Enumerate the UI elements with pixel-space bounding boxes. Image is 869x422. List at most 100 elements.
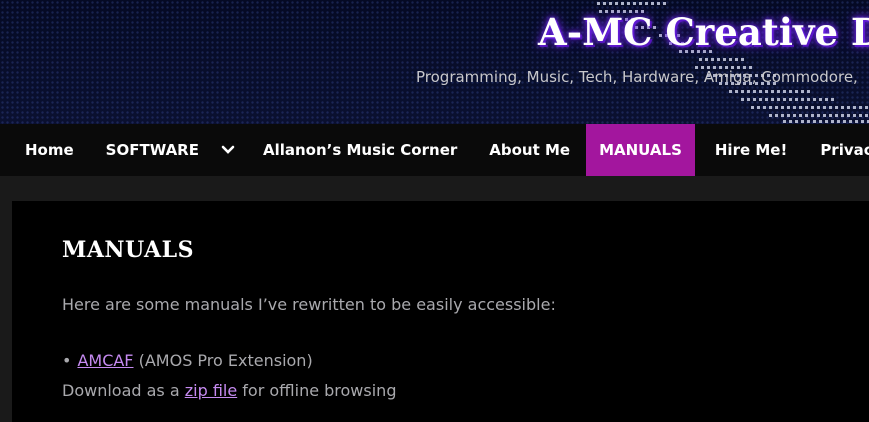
pixel-dot — [759, 98, 762, 101]
zip-file-link[interactable]: zip file — [185, 381, 237, 400]
pixel-dot — [829, 114, 832, 117]
pixel-dot — [775, 114, 778, 117]
pixel-dot — [819, 120, 822, 123]
content-area: MANUALS Here are some manuals I’ve rewri… — [12, 201, 869, 422]
nav-item-label: Privacy Po — [820, 141, 869, 159]
pixel-dot — [627, 2, 630, 5]
site-tagline: Programming, Music, Tech, Hardware, Amig… — [416, 68, 858, 86]
pixel-dot — [663, 2, 666, 5]
pixel-dot — [705, 58, 708, 61]
pixel-dot — [831, 120, 834, 123]
download-suffix: for offline browsing — [237, 381, 397, 400]
pixel-dot — [849, 120, 852, 123]
pixel-dot — [771, 90, 774, 93]
pixel-dot — [751, 106, 754, 109]
pixel-dot — [729, 90, 732, 93]
nav-item-music-corner[interactable]: Allanon’s Music Corner — [251, 124, 473, 176]
pixel-dot — [819, 98, 822, 101]
nav-item-home[interactable]: Home — [0, 124, 90, 176]
nav-item-about-me[interactable]: About Me — [473, 124, 586, 176]
pixel-dot — [853, 106, 856, 109]
nav-item-manuals[interactable]: MANUALS — [586, 124, 695, 176]
pixel-dot — [777, 90, 780, 93]
pixel-dot — [763, 106, 766, 109]
pixel-dot — [859, 114, 862, 117]
pixel-dot — [805, 106, 808, 109]
pixel-dot — [769, 106, 772, 109]
bullet: • — [62, 351, 72, 370]
pixel-dot — [621, 2, 624, 5]
pixel-dot — [817, 106, 820, 109]
nav-item-label: About Me — [489, 141, 571, 159]
chevron-down-icon[interactable] — [221, 145, 235, 155]
main-navigation: Home SOFTWARE Allanon’s Music Corner Abo… — [0, 124, 869, 176]
pixel-dot — [855, 120, 858, 123]
pixel-dot — [865, 106, 868, 109]
pixel-dot — [841, 106, 844, 109]
pixel-dot — [799, 106, 802, 109]
pixel-dot — [789, 98, 792, 101]
pixel-dot — [717, 58, 720, 61]
nav-item-privacy-policy[interactable]: Privacy Po — [803, 124, 869, 176]
pixel-dot — [811, 106, 814, 109]
pixel-dot — [807, 98, 810, 101]
nav-item-hire-me[interactable]: Hire Me! — [695, 124, 803, 176]
pixel-dot — [843, 120, 846, 123]
pixel-dot — [805, 114, 808, 117]
pixel-dot — [729, 58, 732, 61]
pixel-dot — [795, 120, 798, 123]
pixel-dot — [723, 58, 726, 61]
pixel-dot — [853, 114, 856, 117]
pixel-dot — [787, 114, 790, 117]
pixel-dot — [801, 90, 804, 93]
pixel-dot — [793, 106, 796, 109]
pixel-dot — [603, 2, 606, 5]
nav-item-label: Hire Me! — [714, 141, 788, 159]
pixel-dot — [817, 114, 820, 117]
pixel-dot — [783, 120, 786, 123]
pixel-dot — [813, 98, 816, 101]
pixel-dot — [847, 114, 850, 117]
pixel-dot — [841, 114, 844, 117]
nav-item-label: MANUALS — [599, 141, 682, 159]
pixel-dot — [795, 98, 798, 101]
pixel-dot — [759, 90, 762, 93]
pixel-dot — [757, 106, 760, 109]
pixel-dot — [823, 106, 826, 109]
pixel-dot — [741, 90, 744, 93]
pixel-dot — [633, 2, 636, 5]
pixel-dot — [783, 98, 786, 101]
pixel-dot — [735, 90, 738, 93]
pixel-dot — [765, 98, 768, 101]
pixel-dot — [747, 90, 750, 93]
pixel-dot — [777, 98, 780, 101]
pixel-dot — [829, 106, 832, 109]
pixel-dot — [835, 114, 838, 117]
pixel-dot — [811, 114, 814, 117]
intro-text: Here are some manuals I’ve rewritten to … — [62, 295, 556, 314]
pixel-dot — [787, 106, 790, 109]
pixel-dot — [741, 98, 744, 101]
download-line: Download as a zip file for offline brows… — [62, 381, 396, 400]
pixel-dot — [847, 106, 850, 109]
pixel-dot — [781, 114, 784, 117]
pixel-dot — [859, 106, 862, 109]
pixel-dot — [639, 2, 642, 5]
pixel-dot — [813, 120, 816, 123]
nav-item-software[interactable]: SOFTWARE — [90, 124, 251, 176]
pixel-dot — [699, 58, 702, 61]
pixel-dot — [747, 98, 750, 101]
pixel-dot — [789, 90, 792, 93]
pixel-dot — [657, 2, 660, 5]
pixel-dot — [711, 58, 714, 61]
pixel-dot — [769, 114, 772, 117]
pixel-dot — [835, 106, 838, 109]
pixel-dot — [789, 120, 792, 123]
page-title: MANUALS — [62, 237, 194, 263]
nav-item-label: Allanon’s Music Corner — [262, 141, 458, 159]
amcaf-link[interactable]: AMCAF — [77, 351, 133, 370]
site-title[interactable]: A-MC Creative Dev — [538, 10, 869, 54]
pixel-dot — [753, 98, 756, 101]
site-header: A-MC Creative Dev Programming, Music, Te… — [0, 0, 869, 124]
pixel-dot — [801, 120, 804, 123]
